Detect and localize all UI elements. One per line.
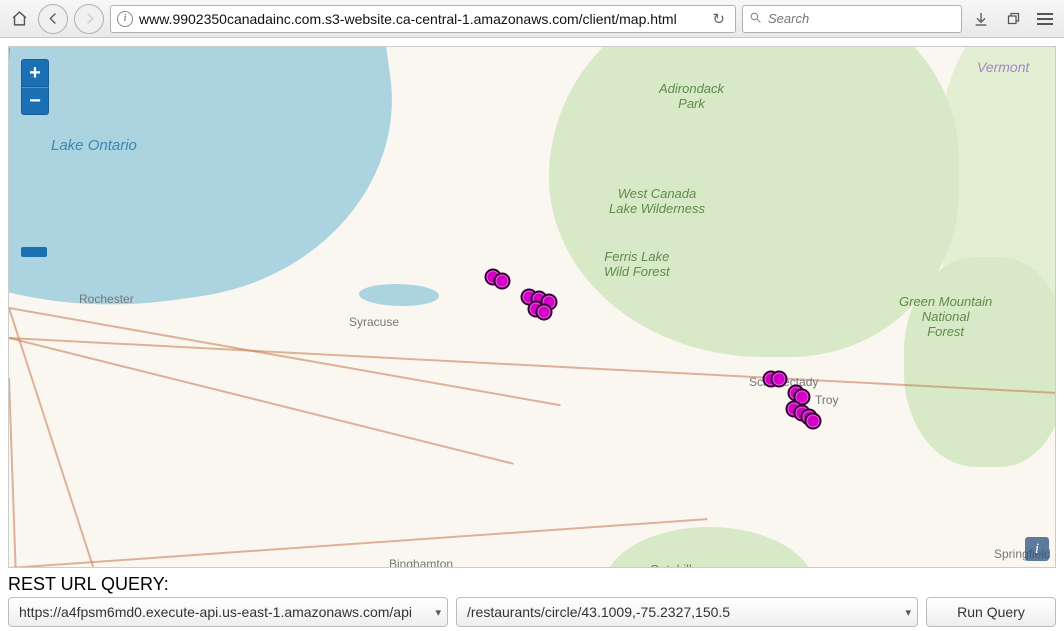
map-marker[interactable]: [494, 273, 511, 290]
road: [9, 518, 707, 568]
downloads-icon[interactable]: [968, 5, 994, 33]
zoom-control: + −: [21, 59, 49, 115]
map-canvas[interactable]: Lake Ontario AdirondackPark West CanadaLa…: [8, 46, 1056, 568]
home-icon[interactable]: [6, 5, 32, 33]
url-input[interactable]: [139, 11, 702, 27]
search-icon: [749, 11, 762, 27]
page-body: Lake Ontario AdirondackPark West CanadaLa…: [0, 38, 1064, 631]
map-marker[interactable]: [771, 371, 788, 388]
city-label-syracuse: Syracuse: [349, 315, 399, 329]
region-label-vermont: Vermont: [977, 59, 1029, 75]
region-label-ferris: Ferris LakeWild Forest: [604, 250, 670, 280]
site-info-icon[interactable]: i: [117, 11, 133, 27]
search-input[interactable]: [768, 11, 955, 26]
oneida-lake-shape: [359, 284, 439, 306]
menu-icon[interactable]: [1032, 5, 1058, 33]
base-url-value: https://a4fpsm6md0.execute-api.us-east-1…: [19, 604, 412, 620]
query-row: https://a4fpsm6md0.execute-api.us-east-1…: [8, 597, 1056, 627]
base-url-select[interactable]: https://a4fpsm6md0.execute-api.us-east-1…: [8, 597, 448, 627]
city-label-binghamton: Binghamton: [389, 557, 453, 568]
restore-window-icon[interactable]: [1000, 5, 1026, 33]
zoom-in-button[interactable]: +: [21, 59, 49, 87]
run-query-button[interactable]: Run Query: [926, 597, 1056, 627]
catskill-shape: [604, 527, 814, 568]
map-marker[interactable]: [805, 413, 822, 430]
road: [9, 337, 514, 465]
region-label-adirondack: AdirondackPark: [659, 82, 724, 112]
browser-chrome: i ↻: [0, 0, 1064, 38]
chevron-down-icon: ▾: [435, 606, 441, 619]
path-select[interactable]: /restaurants/circle/43.1009,-75.2327,150…: [456, 597, 918, 627]
path-value: /restaurants/circle/43.1009,-75.2327,150…: [467, 604, 730, 620]
forward-button: [74, 4, 104, 34]
map-marker[interactable]: [536, 304, 553, 321]
back-button[interactable]: [38, 4, 68, 34]
road: [8, 378, 22, 568]
query-label: REST URL QUERY:: [8, 574, 1056, 595]
green-mountain-nf-shape: [904, 257, 1056, 467]
reload-icon[interactable]: ↻: [708, 10, 729, 28]
zoom-out-button[interactable]: −: [21, 87, 49, 115]
search-bar[interactable]: [742, 5, 962, 33]
lake-ontario-label: Lake Ontario: [51, 137, 137, 154]
region-label-catskill: Catskill: [649, 563, 691, 568]
url-bar[interactable]: i ↻: [110, 5, 736, 33]
lake-ontario-shape: [8, 46, 417, 344]
city-label-troy: Troy: [815, 393, 839, 407]
road: [8, 308, 140, 568]
region-label-gmnf: Green MountainNationalForest: [899, 295, 992, 340]
chevron-down-icon: ▾: [905, 606, 911, 619]
zoom-slider-handle[interactable]: [21, 247, 47, 257]
road: [9, 337, 1056, 394]
city-label-rochester: Rochester: [79, 292, 134, 306]
attribution-button[interactable]: i: [1025, 537, 1049, 561]
region-label-west_canada: West CanadaLake Wilderness: [609, 187, 705, 217]
